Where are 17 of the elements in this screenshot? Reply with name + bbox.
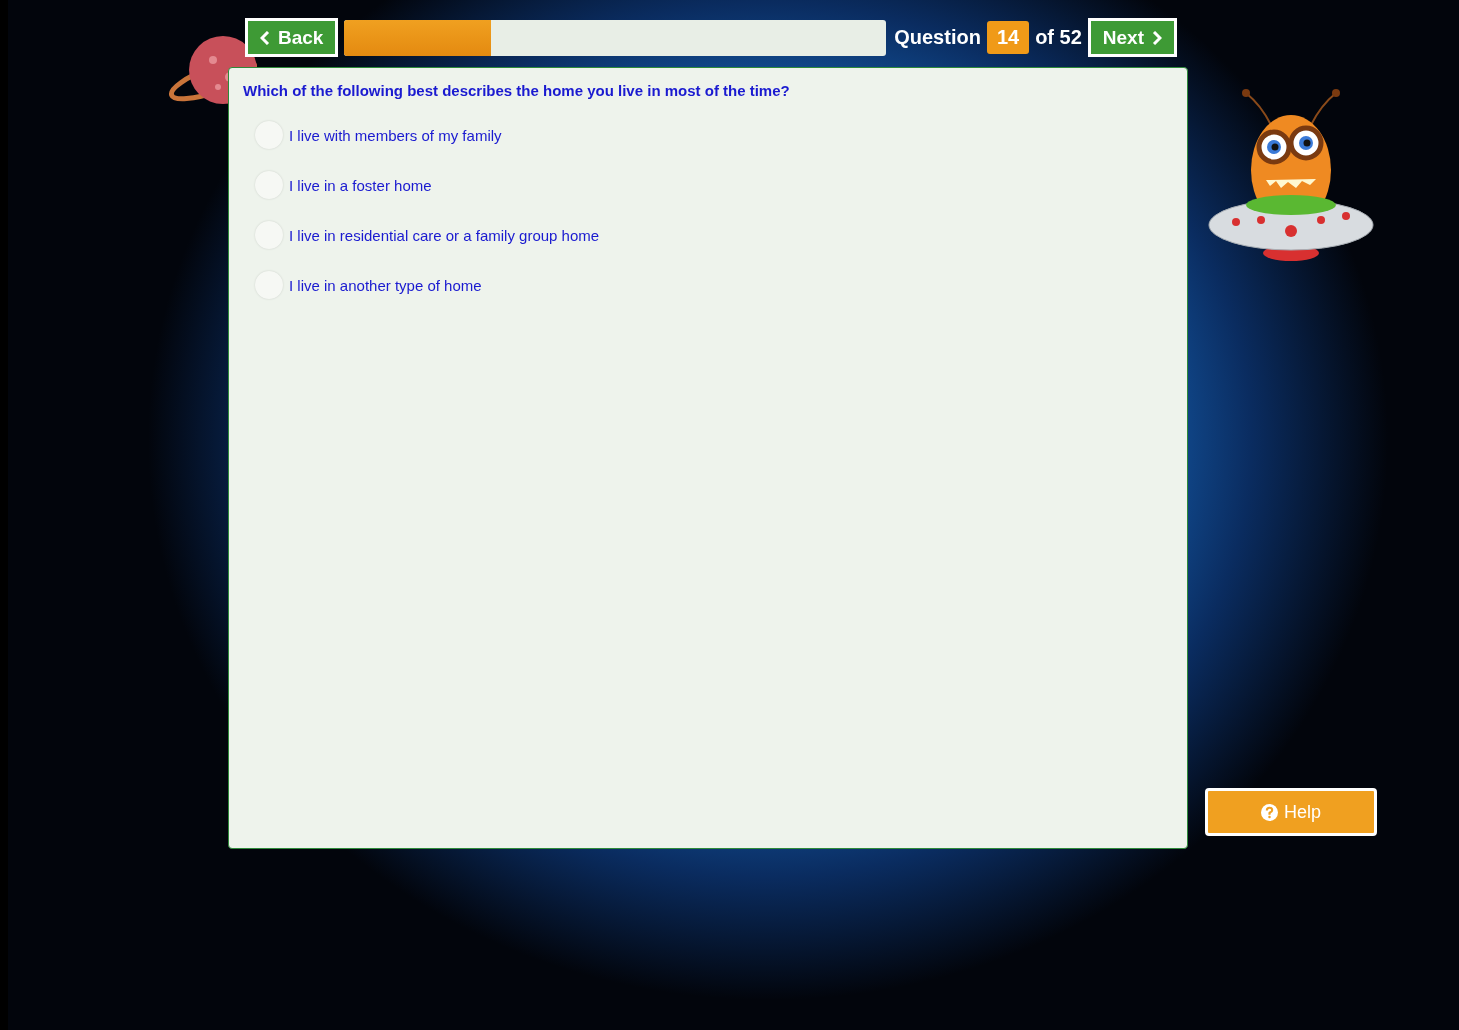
option-label: I live in another type of home (289, 276, 482, 294)
answer-option[interactable]: I live with members of my family (255, 121, 1173, 149)
question-total: of 52 (1035, 26, 1082, 49)
answer-option[interactable]: I live in a foster home (255, 171, 1173, 199)
option-label: I live in a foster home (289, 176, 432, 194)
next-button[interactable]: Next (1087, 18, 1177, 57)
option-label: I live with members of my family (289, 126, 502, 144)
option-label: I live in residential care or a family group home (289, 226, 600, 244)
chevron-left-icon (260, 30, 270, 45)
question-label: Question (894, 26, 981, 49)
answer-option[interactable]: I live in residential care or a family group home (255, 221, 1173, 249)
question-text: Which of the following best describes the home you live in most of the time? (243, 82, 791, 99)
chevron-right-icon (1152, 30, 1162, 45)
question-number: 14 (986, 21, 1030, 54)
help-icon (1261, 803, 1278, 821)
answer-option[interactable]: I live in another type of home (255, 271, 1173, 299)
back-button[interactable]: Back (245, 18, 339, 57)
